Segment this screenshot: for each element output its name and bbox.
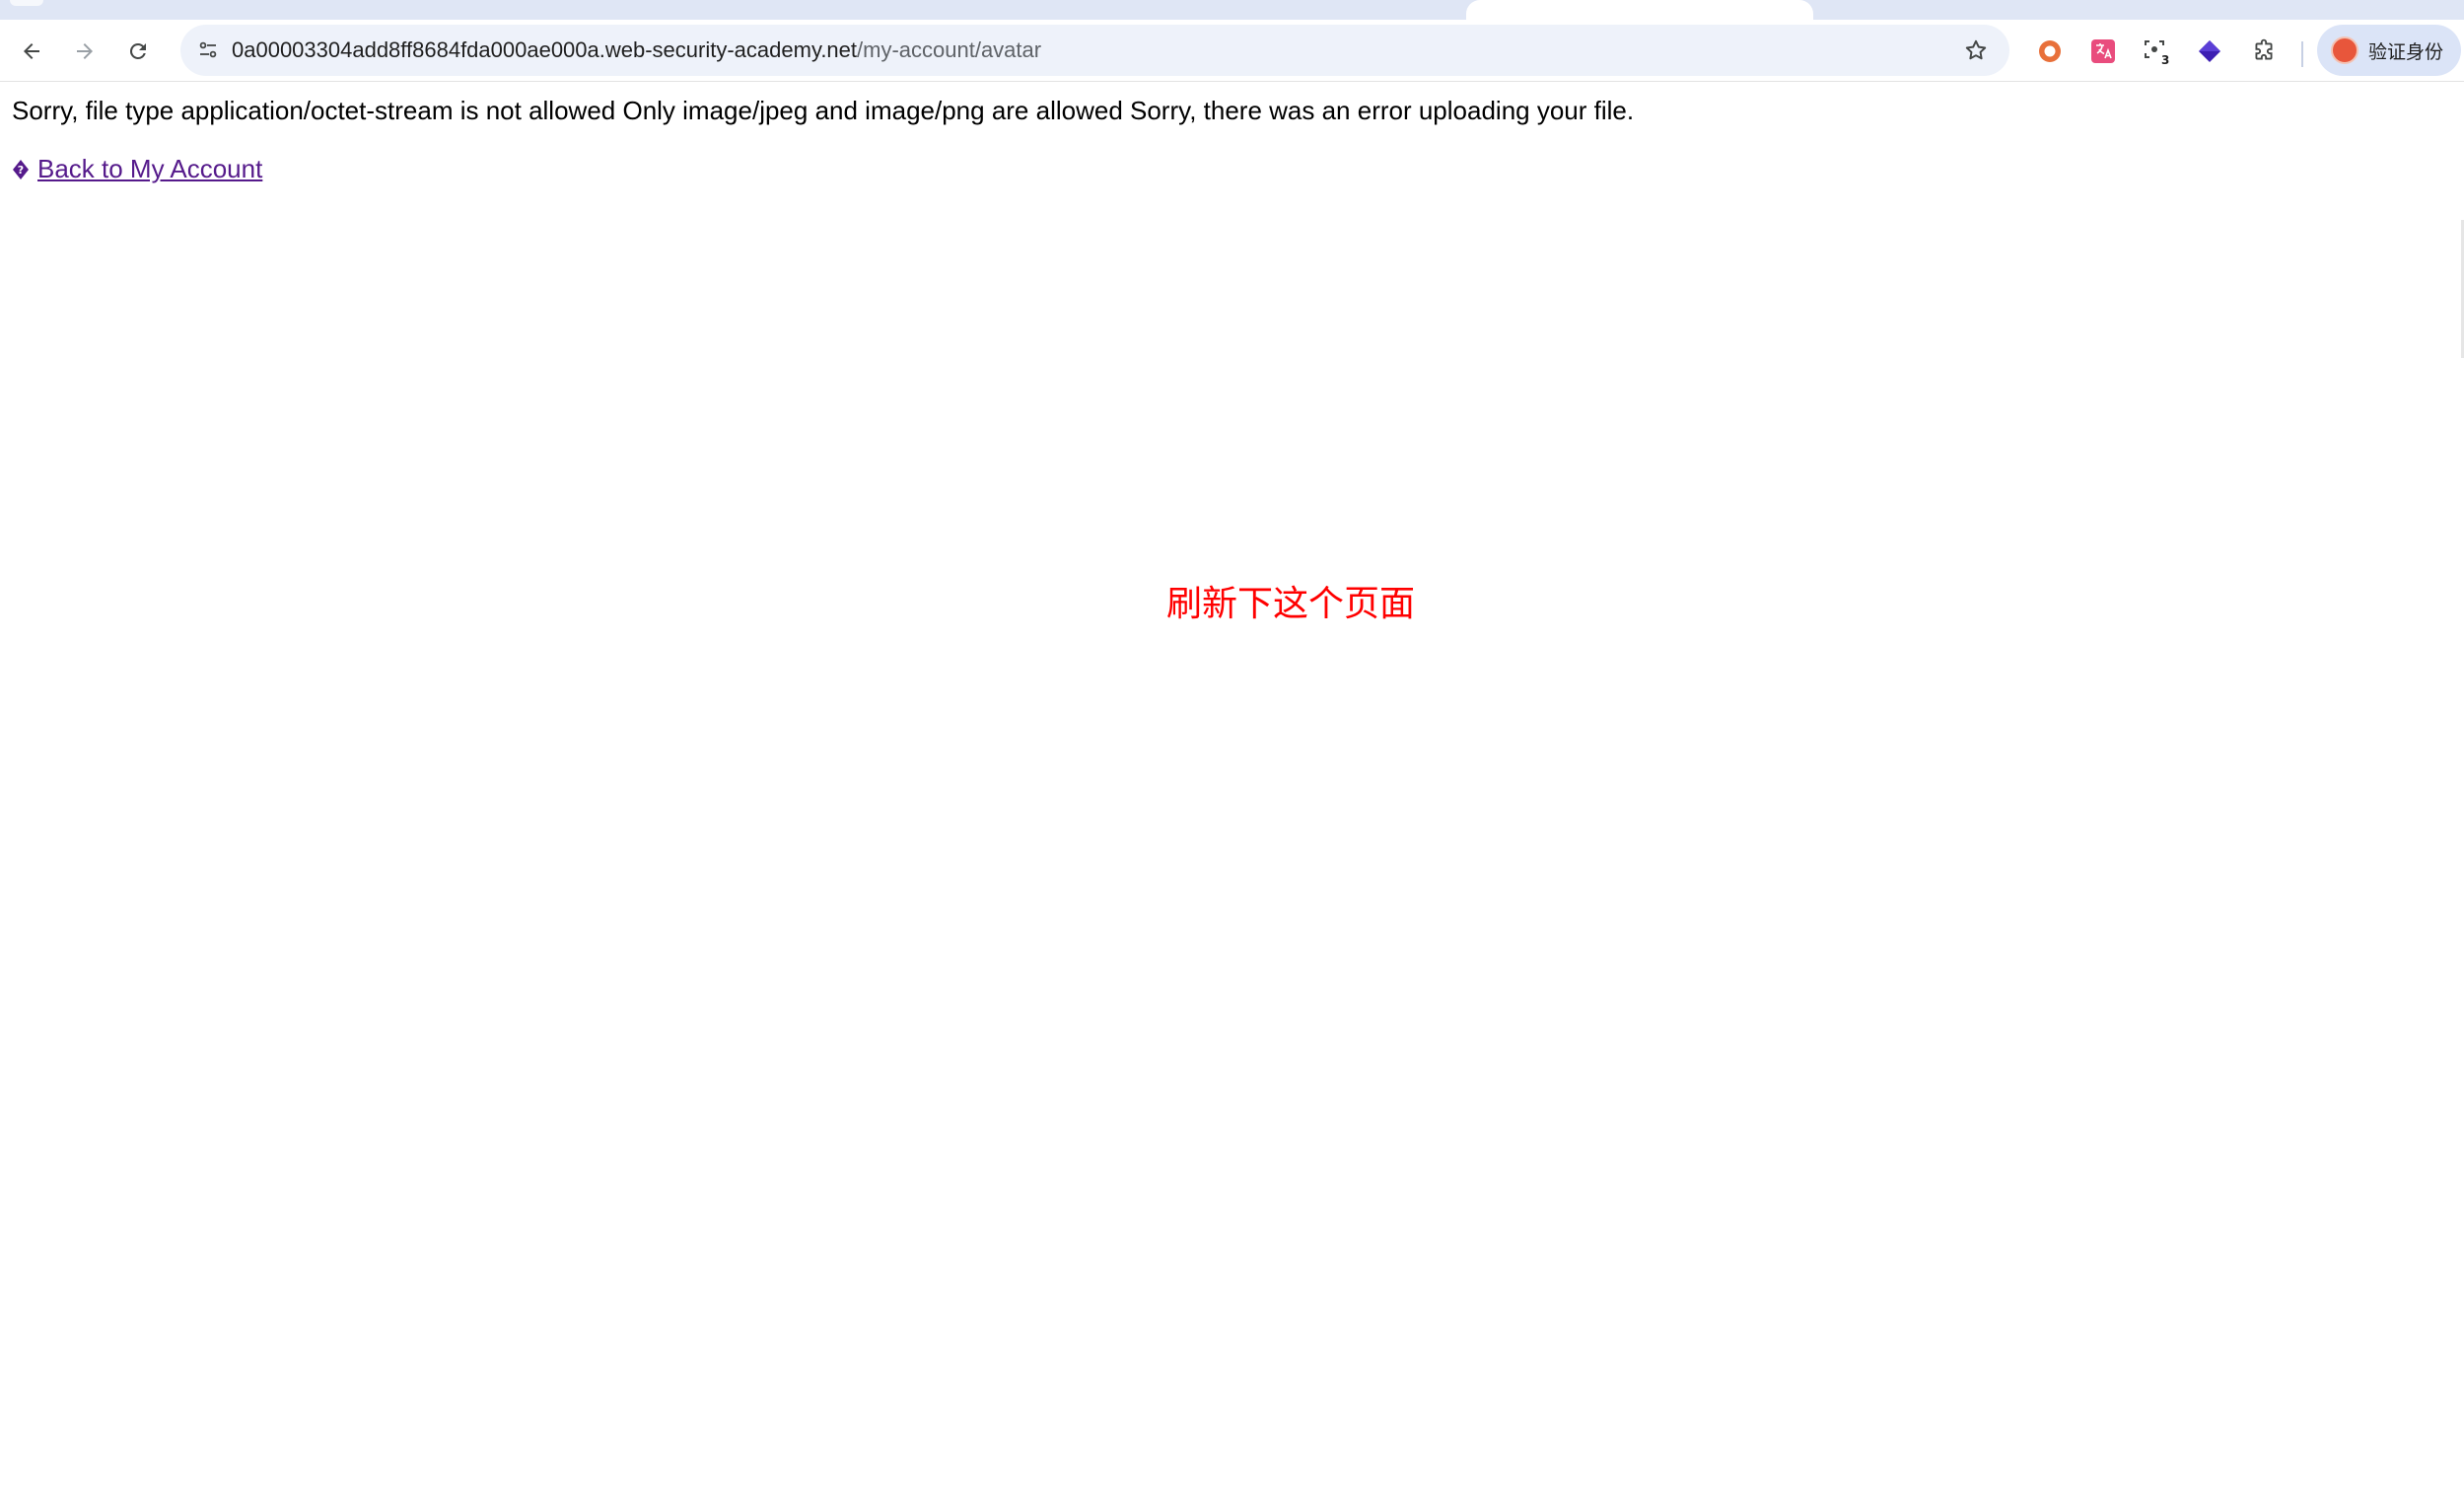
translate-extension-icon — [2091, 39, 2115, 63]
extensions-menu-button[interactable] — [2248, 36, 2280, 67]
url-path: /my-account/avatar — [857, 37, 1042, 62]
page-content: Sorry, file type application/octet-strea… — [0, 82, 2464, 1497]
profile-button[interactable]: 验证身份 — [2317, 25, 2461, 76]
url-text[interactable]: 0a00003304add8ff8684fda000ae000a.web-sec… — [232, 25, 1041, 76]
tab-strip — [0, 0, 2464, 20]
arrow-left-icon — [24, 43, 39, 59]
translate-extension-button[interactable] — [2087, 36, 2119, 67]
star-icon — [1965, 39, 1987, 60]
avatar — [2331, 36, 2358, 64]
forward-button[interactable] — [67, 34, 103, 69]
diamond-extension-button[interactable] — [2194, 36, 2225, 67]
svg-text:3: 3 — [2161, 53, 2169, 66]
svg-text:?: ? — [18, 164, 24, 177]
tab-previous[interactable] — [10, 0, 43, 6]
upload-error-message: Sorry, file type application/octet-strea… — [12, 96, 1635, 125]
tune-icon — [199, 41, 217, 58]
record-extension-button[interactable] — [2034, 36, 2066, 67]
screenshot-extension-icon: 3 — [2145, 40, 2169, 66]
arrow-right-icon — [77, 43, 93, 59]
profile-label: 验证身份 — [2368, 40, 2444, 63]
back-link-label: Back to My Account — [37, 154, 263, 183]
back-button[interactable] — [14, 34, 49, 69]
diamond-extension-icon — [2199, 40, 2220, 62]
site-info-button[interactable] — [190, 33, 226, 68]
reload-button[interactable] — [120, 34, 156, 69]
toolbar-divider — [2301, 41, 2303, 67]
screenshot-extension-button[interactable]: 3 — [2141, 36, 2172, 67]
replacement-glyph-icon: ? — [13, 160, 29, 179]
back-to-account-link[interactable]: ? Back to My Account — [12, 154, 262, 184]
reload-icon — [129, 42, 146, 59]
tab-active[interactable] — [1466, 0, 1813, 20]
url-host: 0a00003304add8ff8684fda000ae000a.web-sec… — [232, 37, 858, 62]
bookmark-button[interactable] — [1960, 35, 1992, 66]
puzzle-extensions-icon — [2255, 38, 2273, 60]
address-bar[interactable]: 0a00003304add8ff8684fda000ae000a.web-sec… — [180, 25, 2009, 76]
record-extension-icon — [2039, 40, 2061, 62]
refresh-annotation: 刷新下这个页面 — [1166, 584, 1416, 624]
browser-toolbar: 0a00003304add8ff8684fda000ae000a.web-sec… — [0, 20, 2464, 82]
